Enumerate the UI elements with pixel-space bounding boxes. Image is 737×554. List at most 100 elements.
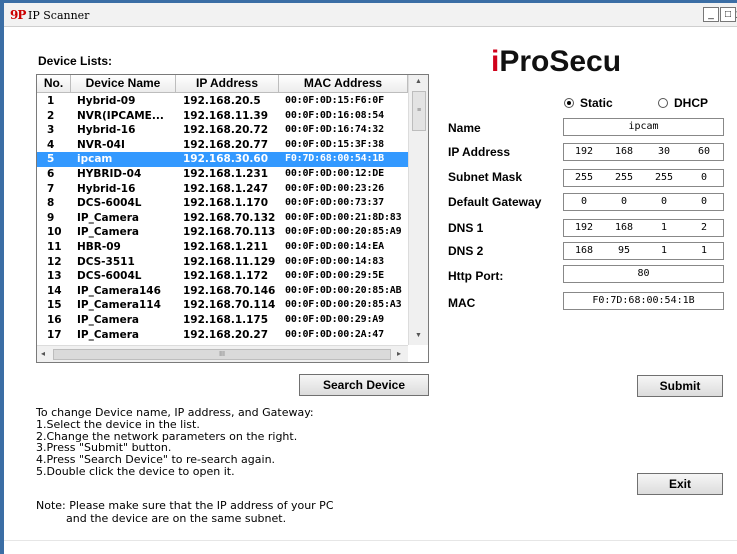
device-ip: 192.168.1.211 xyxy=(183,240,269,253)
device-number: 17 xyxy=(47,328,62,341)
device-rows: 1 Hybrid-09 192.168.20.5 00:0F:0D:15:F6:0F 2… xyxy=(37,94,408,342)
device-row[interactable]: 3 Hybrid-16 192.168.20.72 00:0F:0D:16:74:32 xyxy=(37,123,408,138)
exit-button[interactable]: Exit xyxy=(637,473,723,495)
device-name: IP_Camera xyxy=(77,313,139,326)
subnet-mask-field[interactable]: 255 255 255 0 xyxy=(563,169,724,187)
ip-address-field[interactable]: 192 168 30 60 xyxy=(563,143,724,161)
gateway-octet-2[interactable]: 0 xyxy=(604,194,644,210)
default-gateway-field[interactable]: 0 0 0 0 xyxy=(563,193,724,211)
device-number: 12 xyxy=(47,255,62,268)
device-mac: 00:0F:0D:00:29:A9 xyxy=(285,313,384,325)
device-mac: 00:0F:0D:15:F6:0F xyxy=(285,95,384,106)
device-row[interactable]: 9 IP_Camera 192.168.70.132 00:0F:0D:00:21:8… xyxy=(37,211,408,226)
column-header-ip-address[interactable]: IP Address xyxy=(176,75,279,93)
brand-logo-text: ProSecu xyxy=(499,45,622,78)
title-bar[interactable]: 9P IP Scanner _ □ x xyxy=(4,3,737,27)
scroll-down-arrow-icon[interactable]: ▼ xyxy=(415,332,422,339)
column-header-no[interactable]: No. xyxy=(37,75,71,93)
scroll-left-arrow-icon[interactable]: ◂ xyxy=(41,349,45,358)
gateway-octet-1[interactable]: 0 xyxy=(564,194,604,210)
device-name: Hybrid-09 xyxy=(77,95,136,107)
maximize-button[interactable]: □ xyxy=(720,7,736,22)
device-row[interactable]: 16 IP_Camera 192.168.1.175 00:0F:0D:00:29:A… xyxy=(37,313,408,328)
dns1-field[interactable]: 192 168 1 2 xyxy=(563,219,724,237)
gateway-octet-3[interactable]: 0 xyxy=(644,194,684,210)
device-row[interactable]: 13 DCS-6004L 192.168.1.172 00:0F:0D:00:29:5… xyxy=(37,269,408,284)
subnet-octet-4[interactable]: 0 xyxy=(684,170,724,186)
device-row[interactable]: 5 ipcam 192.168.30.60 F0:7D:68:00:54:1B xyxy=(37,152,408,167)
brand-logo: iProSecu xyxy=(491,45,621,79)
ip-octet-4[interactable]: 60 xyxy=(684,144,724,160)
ip-octet-1[interactable]: 192 xyxy=(564,144,604,160)
device-row[interactable]: 7 Hybrid-16 192.168.1.247 00:0F:0D:00:23:26 xyxy=(37,182,408,197)
dns2-field[interactable]: 168 95 1 1 xyxy=(563,242,724,260)
subnet-octet-1[interactable]: 255 xyxy=(564,170,604,186)
device-row[interactable]: 11 HBR-09 192.168.1.211 00:0F:0D:00:14:EA xyxy=(37,240,408,255)
dns1-octet-1[interactable]: 192 xyxy=(564,220,604,236)
device-name: HYBRID-04 xyxy=(77,167,142,180)
dns1-octet-2[interactable]: 168 xyxy=(604,220,644,236)
column-header-device-name[interactable]: Device Name xyxy=(71,75,176,93)
device-mac: F0:7D:68:00:54:1B xyxy=(285,153,384,165)
static-radio[interactable]: Static xyxy=(564,96,613,110)
device-ip: 192.168.30.60 xyxy=(183,153,269,166)
ip-octet-2[interactable]: 168 xyxy=(604,144,644,160)
device-list[interactable]: No. Device Name IP Address MAC Address 1… xyxy=(36,74,429,363)
subnet-octet-3[interactable]: 255 xyxy=(644,170,684,186)
device-mac: 00:0F:0D:00:14:83 xyxy=(285,255,384,267)
device-ip: 192.168.20.27 xyxy=(183,328,269,341)
device-row[interactable]: 1 Hybrid-09 192.168.20.5 00:0F:0D:15:F6:0F xyxy=(37,94,408,109)
vertical-scrollbar[interactable]: ▲ ≡ ▼ xyxy=(408,75,428,345)
search-device-button[interactable]: Search Device xyxy=(299,374,429,396)
device-mac: 00:0F:0D:00:12:DE xyxy=(285,167,384,179)
default-gateway-label: Default Gateway xyxy=(448,195,542,209)
device-row[interactable]: 10 IP_Camera 192.168.70.113 00:0F:0D:00:20:… xyxy=(37,225,408,240)
dns2-octet-1[interactable]: 168 xyxy=(564,243,604,259)
device-row[interactable]: 14 IP_Camera146 192.168.70.146 00:0F:0D:00:… xyxy=(37,284,408,299)
radio-unselected-icon[interactable] xyxy=(658,98,668,108)
mac-field[interactable]: F0:7D:68:00:54:1B xyxy=(563,292,724,310)
device-row[interactable]: 8 DCS-6004L 192.168.1.170 00:0F:0D:00:73:37 xyxy=(37,196,408,211)
scroll-right-arrow-icon[interactable]: ▸ xyxy=(397,349,401,358)
name-field[interactable]: ipcam xyxy=(563,118,724,136)
device-ip: 192.168.20.5 xyxy=(183,95,261,107)
device-name: IP_Camera xyxy=(77,328,139,341)
device-mac: 00:0F:0D:00:2A:47 xyxy=(285,328,384,340)
scroll-up-arrow-icon[interactable]: ▲ xyxy=(415,78,422,85)
device-mac: 00:0F:0D:15:3F:38 xyxy=(285,138,384,150)
dhcp-radio[interactable]: DHCP xyxy=(658,96,708,110)
device-number: 10 xyxy=(47,226,62,239)
vertical-scroll-thumb[interactable]: ≡ xyxy=(412,91,426,131)
horizontal-scroll-thumb[interactable]: III xyxy=(53,349,391,360)
static-label: Static xyxy=(580,96,613,110)
gateway-octet-4[interactable]: 0 xyxy=(684,194,724,210)
device-row[interactable]: 15 IP_Camera114 192.168.70.114 00:0F:0D:00:… xyxy=(37,298,408,313)
device-row[interactable]: 17 IP_Camera 192.168.20.27 00:0F:0D:00:2A:4… xyxy=(37,328,408,343)
submit-button[interactable]: Submit xyxy=(637,375,723,397)
device-ip: 192.168.70.114 xyxy=(183,299,276,312)
dns2-octet-4[interactable]: 1 xyxy=(684,243,724,259)
device-number: 2 xyxy=(47,109,55,122)
dns2-octet-2[interactable]: 95 xyxy=(604,243,644,259)
device-name: HBR-09 xyxy=(77,240,121,253)
device-row[interactable]: 2 NVR(IPCAME... 192.168.11.39 00:0F:0D:16:0… xyxy=(37,109,408,124)
device-name: NVR(IPCAME... xyxy=(77,109,164,122)
device-ip: 192.168.1.175 xyxy=(183,313,269,326)
column-header-mac-address[interactable]: MAC Address xyxy=(279,75,408,93)
minimize-button[interactable]: _ xyxy=(703,7,719,22)
device-name: Hybrid-16 xyxy=(77,182,136,195)
radio-selected-icon[interactable] xyxy=(564,98,574,108)
device-row[interactable]: 4 NVR-04I 192.168.20.77 00:0F:0D:15:3F:38 xyxy=(37,138,408,153)
dns2-octet-3[interactable]: 1 xyxy=(644,243,684,259)
dns1-octet-4[interactable]: 2 xyxy=(684,220,724,236)
device-row[interactable]: 6 HYBRID-04 192.168.1.231 00:0F:0D:00:12:DE xyxy=(37,167,408,182)
http-port-field[interactable]: 80 xyxy=(563,265,724,283)
device-ip: 192.168.1.170 xyxy=(183,197,269,210)
horizontal-scrollbar[interactable]: ◂ III ▸ xyxy=(37,345,408,362)
device-mac: 00:0F:0D:00:23:26 xyxy=(285,182,384,194)
subnet-octet-2[interactable]: 255 xyxy=(604,170,644,186)
dns1-octet-3[interactable]: 1 xyxy=(644,220,684,236)
ip-octet-3[interactable]: 30 xyxy=(644,144,684,160)
device-row[interactable]: 12 DCS-3511 192.168.11.129 00:0F:0D:00:14:8… xyxy=(37,255,408,270)
device-ip: 192.168.20.77 xyxy=(183,138,269,151)
